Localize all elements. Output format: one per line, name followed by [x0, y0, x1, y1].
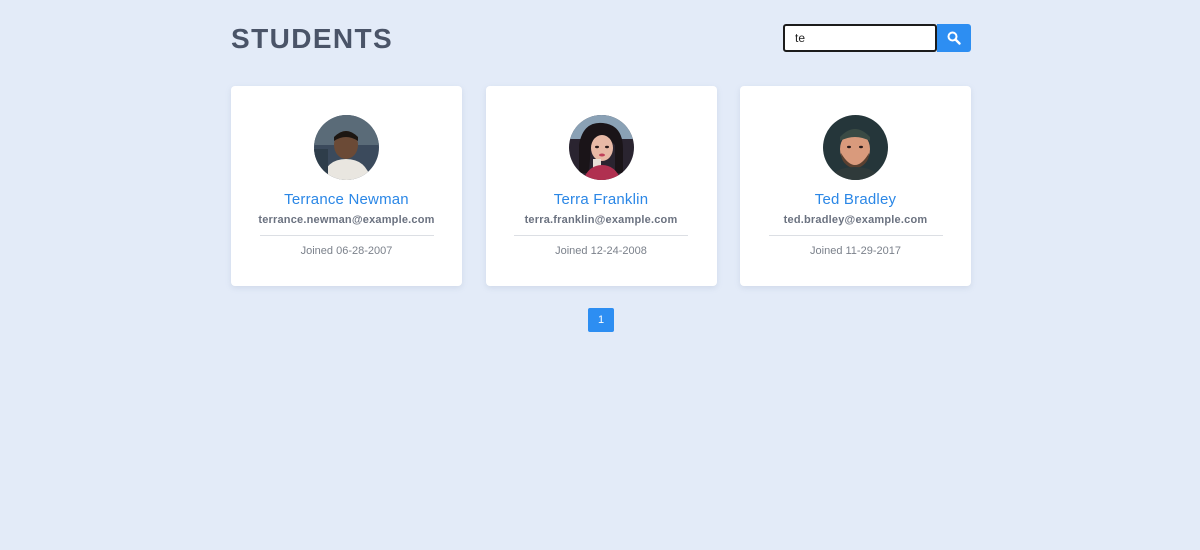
student-email: terra.franklin@example.com: [524, 214, 678, 226]
student-name: Ted Bradley: [814, 191, 897, 208]
divider: [514, 235, 688, 236]
divider: [768, 235, 943, 236]
joined-date: Joined 11-29-2017: [810, 245, 901, 257]
avatar: [823, 115, 888, 180]
search-bar: [783, 24, 971, 52]
page-header: STUDENTS: [231, 22, 971, 54]
pagination-page-button[interactable]: 1: [588, 308, 614, 332]
student-email: ted.bradley@example.com: [783, 214, 928, 226]
joined-date: Joined 12-24-2008: [555, 245, 647, 257]
search-icon: [947, 31, 961, 45]
search-input[interactable]: [783, 24, 937, 52]
search-button[interactable]: [937, 24, 971, 52]
avatar: [314, 115, 379, 180]
avatar: [568, 115, 634, 180]
divider: [259, 235, 434, 236]
student-card[interactable]: Terrance Newman terrance.newman@example.…: [231, 86, 462, 286]
student-name: Terra Franklin: [553, 191, 649, 208]
student-card[interactable]: Ted Bradley ted.bradley@example.com Join…: [740, 86, 971, 286]
student-name: Terrance Newman: [284, 191, 409, 208]
page-title: STUDENTS: [231, 23, 394, 54]
students-page: STUDENTS Terrance Newman terrance.n: [0, 0, 1200, 550]
student-cards: Terrance Newman terrance.newman@example.…: [231, 86, 971, 286]
student-card[interactable]: Terra Franklin terra.franklin@example.co…: [485, 86, 717, 286]
student-email: terrance.newman@example.com: [258, 214, 435, 226]
joined-date: Joined 06-28-2007: [300, 245, 393, 257]
